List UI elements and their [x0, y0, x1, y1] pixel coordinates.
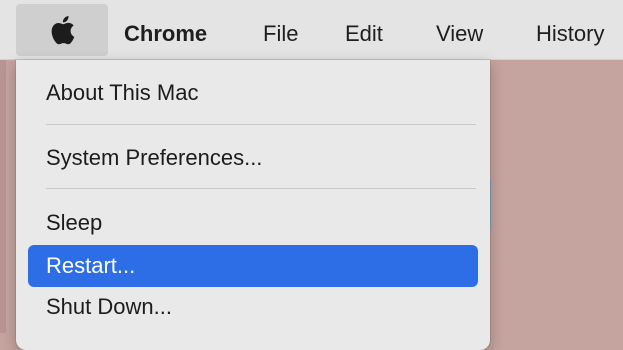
- menu-item-shut-down[interactable]: Shut Down...: [28, 286, 478, 328]
- menubar-file[interactable]: File: [263, 0, 298, 60]
- menu-item-sleep[interactable]: Sleep: [28, 202, 478, 244]
- menubar-edit[interactable]: Edit: [345, 0, 383, 60]
- menu-separator: [46, 188, 476, 189]
- menubar-app-name[interactable]: Chrome: [124, 0, 207, 60]
- menu-item-restart[interactable]: Restart...: [28, 245, 478, 287]
- menubar-history[interactable]: History: [536, 0, 604, 60]
- apple-logo-icon: [51, 16, 75, 45]
- menu-bar: Chrome File Edit View History: [0, 0, 623, 60]
- apple-menu-dropdown: About This Mac System Preferences... Sle…: [16, 60, 490, 350]
- apple-menu-button[interactable]: [16, 4, 108, 56]
- menubar-view[interactable]: View: [436, 0, 483, 60]
- menu-separator: [46, 124, 476, 125]
- menu-item-about-this-mac[interactable]: About This Mac: [28, 72, 478, 114]
- background-window-edge: [0, 60, 6, 333]
- menu-item-system-preferences[interactable]: System Preferences...: [28, 137, 478, 179]
